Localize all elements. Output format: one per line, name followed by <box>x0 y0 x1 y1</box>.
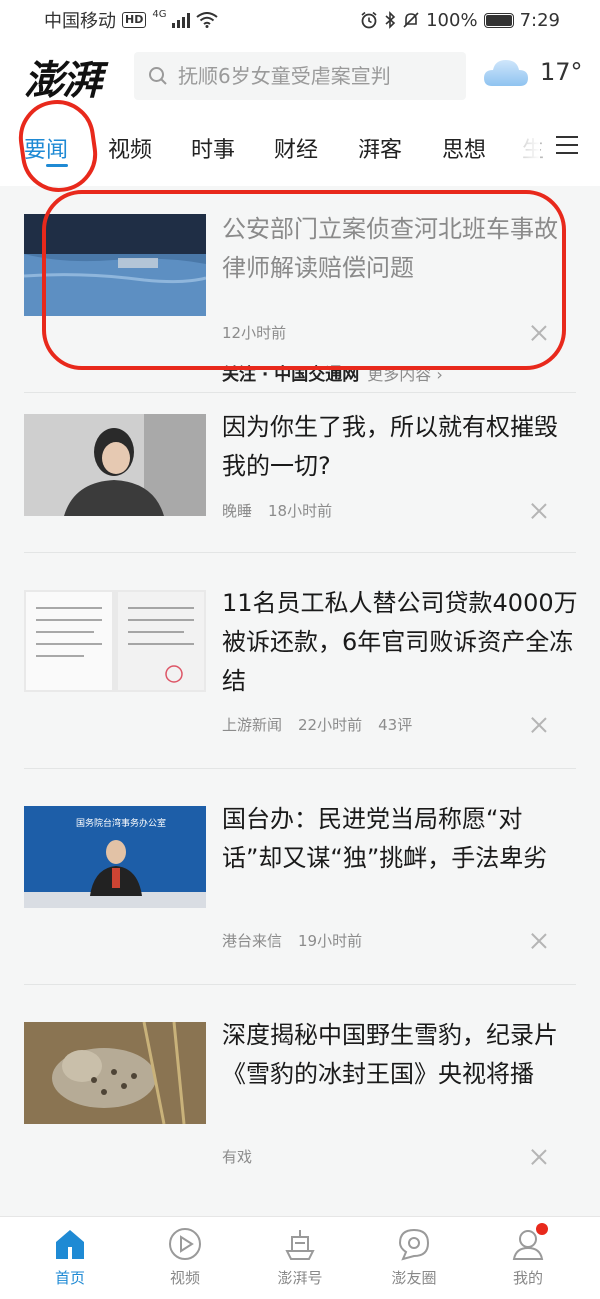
tab-finance[interactable]: 财经 <box>274 132 318 164</box>
news-source: 港台来信 <box>222 932 283 950</box>
nav-label: 澎友圈 <box>391 1269 437 1287</box>
hd-badge: HD <box>122 12 147 28</box>
nav-pengpai-hao[interactable]: 澎湃号 <box>260 1227 340 1288</box>
news-source: 有戏 <box>222 1148 253 1166</box>
news-thumbnail: 国务院台湾事务办公室 <box>24 806 206 908</box>
tab-video[interactable]: 视频 <box>108 132 152 164</box>
news-meta: 12小时前 <box>222 322 286 343</box>
follow-row[interactable]: 关注 · 中国交通网 更多内容 › <box>222 360 443 386</box>
news-title[interactable]: 国台办：民进党当局称愿“对话”却又谋“独”挑衅，手法卑劣 <box>222 800 578 878</box>
battery-label: 100% <box>426 9 478 31</box>
network-badge: 4G <box>152 8 167 20</box>
news-title[interactable]: 深度揭秘中国野生雪豹，纪录片《雪豹的冰封王国》央视将播 <box>222 1016 578 1094</box>
news-thumbnail <box>24 414 206 516</box>
app-logo[interactable]: 澎湃 <box>24 48 102 106</box>
nav-label: 澎湃号 <box>277 1269 323 1287</box>
follow-source[interactable]: 关注 · 中国交通网 <box>222 360 359 385</box>
dismiss-icon[interactable] <box>530 1148 548 1166</box>
tab-active-indicator <box>46 164 68 167</box>
thumbnail-caption: 国务院台湾事务办公室 <box>76 819 167 829</box>
dismiss-icon[interactable] <box>530 324 548 342</box>
nav-profile[interactable]: 我的 <box>488 1223 568 1288</box>
channel-menu-button[interactable] <box>556 136 578 158</box>
news-item[interactable]: 11名员工私人替公司贷款4000万被诉还款，6年官司败诉资产全冻结 上游新闻 22… <box>0 584 600 744</box>
dismiss-icon[interactable] <box>530 716 548 734</box>
tabs-fade <box>516 130 540 170</box>
status-left: 中国移动 HD 4G <box>44 7 219 33</box>
weather-widget[interactable]: 17° <box>482 52 583 92</box>
tab-headlines[interactable]: 要闻 <box>24 132 68 164</box>
news-title[interactable]: 11名员工私人替公司贷款4000万被诉还款，6年官司败诉资产全冻结 <box>222 584 578 701</box>
app-header: 澎湃 17° <box>0 44 600 108</box>
news-thumbnail <box>24 590 206 692</box>
dismiss-icon[interactable] <box>530 502 548 520</box>
home-icon <box>56 1230 84 1259</box>
divider <box>24 984 576 985</box>
nav-pengyou-quan[interactable]: 澎友圈 <box>374 1227 454 1288</box>
news-thumbnail <box>24 1022 206 1124</box>
status-bar: 中国移动 HD 4G 100% 7:29 <box>0 0 600 40</box>
tab-thought[interactable]: 思想 <box>442 132 486 164</box>
news-title[interactable]: 因为你生了我，所以就有权摧毁我的一切? <box>222 408 578 486</box>
search-input[interactable] <box>178 64 448 88</box>
divider <box>24 768 576 769</box>
news-title[interactable]: 公安部门立案侦查河北班车事故 律师解读赔偿问题 <box>222 210 578 288</box>
news-comments: 43评 <box>378 716 413 734</box>
more-content-link[interactable]: 更多内容 › <box>367 361 443 385</box>
news-item[interactable]: 深度揭秘中国野生雪豹，纪录片《雪豹的冰封王国》央视将播 有戏 <box>0 1016 600 1176</box>
weather-temperature: 17° <box>540 58 583 86</box>
news-time: 19小时前 <box>298 932 363 950</box>
chat-icon <box>398 1228 430 1261</box>
nav-video[interactable]: 视频 <box>145 1227 225 1288</box>
ship-icon <box>285 1230 315 1260</box>
notification-dot <box>536 1223 548 1235</box>
search-bar[interactable] <box>134 52 466 100</box>
mute-icon <box>403 12 419 28</box>
alarm-icon <box>361 11 377 29</box>
news-meta: 晚睡 18小时前 <box>222 500 332 521</box>
news-meta: 有戏 <box>222 1146 252 1167</box>
news-item[interactable]: 因为你生了我，所以就有权摧毁我的一切? 晚睡 18小时前 <box>0 408 600 528</box>
divider <box>24 552 576 553</box>
news-meta: 港台来信 19小时前 <box>222 930 362 951</box>
wifi-icon <box>196 12 219 28</box>
cloud-icon <box>484 60 528 86</box>
channel-tabs: 要闻 视频 时事 财经 湃客 思想 生 <box>0 120 600 180</box>
dismiss-icon[interactable] <box>530 932 548 950</box>
news-time: 18小时前 <box>268 502 333 520</box>
search-icon <box>149 67 167 85</box>
tab-current-affairs[interactable]: 时事 <box>191 132 235 164</box>
news-meta: 上游新闻 22小时前 43评 <box>222 714 412 735</box>
signal-icon <box>172 12 191 28</box>
news-item[interactable]: 国务院台湾事务办公室 国台办：民进党当局称愿“对话”却又谋“独”挑衅，手法卑劣 … <box>0 800 600 960</box>
news-feed: 公安部门立案侦查河北班车事故 律师解读赔偿问题 12小时前 关注 · 中国交通网… <box>0 186 600 1216</box>
news-source: 晚睡 <box>222 502 253 520</box>
status-right: 100% 7:29 <box>360 10 560 31</box>
divider <box>24 392 576 393</box>
news-time: 22小时前 <box>298 716 363 734</box>
news-item[interactable]: 公安部门立案侦查河北班车事故 律师解读赔偿问题 12小时前 关注 · 中国交通网… <box>0 210 600 385</box>
play-icon <box>169 1228 201 1260</box>
battery-icon <box>483 12 514 28</box>
carrier-label: 中国移动 <box>44 11 116 32</box>
clock: 7:29 <box>519 9 560 31</box>
bottom-navigation: 首页 视频 澎湃号 澎友圈 我的 <box>0 1216 600 1299</box>
bluetooth-icon <box>385 11 396 29</box>
news-source: 上游新闻 <box>222 716 283 734</box>
nav-label: 首页 <box>54 1269 85 1287</box>
nav-label: 我的 <box>512 1269 543 1287</box>
tab-pengpai-ke[interactable]: 湃客 <box>358 132 402 164</box>
news-thumbnail <box>24 214 206 316</box>
nav-label: 视频 <box>169 1269 200 1287</box>
news-time: 12小时前 <box>222 324 287 342</box>
nav-home[interactable]: 首页 <box>30 1227 110 1288</box>
